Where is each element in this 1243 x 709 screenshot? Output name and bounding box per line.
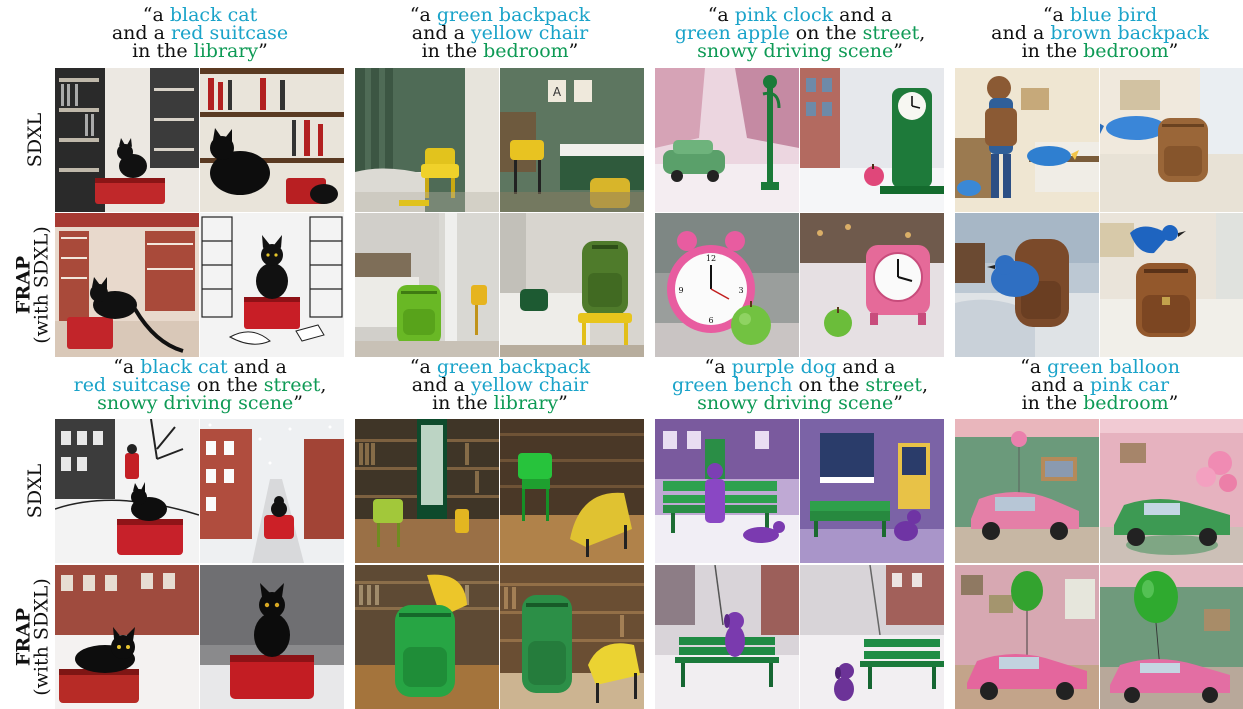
generated-image-sdxl-bird-bedroom-2 [1100, 68, 1243, 212]
prompt-caption-4: “a blue bird and a brown backpack in the… [991, 4, 1209, 62]
generated-image-sdxl-dog-street-2 [800, 419, 944, 563]
generated-image-sdxl-cat-library-2 [200, 68, 344, 212]
prompt-caption-5: “a black cat and a red suitcase on the s… [73, 356, 327, 414]
row-label-frap-top: FRAP (with SDXL) [13, 213, 53, 357]
generated-image-frap-backpack-bedroom-1 [355, 213, 499, 357]
generated-image-frap-cat-library-1 [55, 213, 199, 357]
generated-image-frap-bird-bedroom-2 [1100, 213, 1243, 357]
generated-image-sdxl-bird-bedroom-1 [955, 68, 1099, 212]
generated-image-frap-clock-street-1: 12 3 6 9 [655, 213, 799, 357]
generated-image-sdxl-balloon-bedroom-1 [955, 419, 1099, 563]
generated-image-sdxl-cat-street-1 [55, 419, 199, 563]
generated-image-sdxl-cat-library-1 [55, 68, 199, 212]
generated-image-frap-clock-street-2 [800, 213, 944, 357]
prompt-caption-7: “a purple dog and a green bench on the s… [671, 356, 929, 414]
prompt-caption-2: “a green backpack and a yellow chair in … [409, 4, 591, 62]
prompt-caption-1: “a black cat and a red suitcase in the l… [111, 4, 289, 62]
svg-text:12: 12 [706, 254, 716, 263]
row-label-sdxl-bottom: SDXL [20, 419, 50, 563]
row-label-text: SDXL [24, 463, 46, 519]
prompt-caption-3: “a pink clock and a green apple on the s… [674, 4, 926, 62]
generated-image-sdxl-clock-street-2 [800, 68, 944, 212]
svg-text:6: 6 [708, 316, 713, 325]
generated-image-frap-cat-library-2 [200, 213, 344, 357]
generated-image-sdxl-clock-street-1 [655, 68, 799, 212]
generated-image-sdxl-backpack-library-1 [355, 419, 499, 563]
generated-image-sdxl-balloon-bedroom-2 [1100, 419, 1243, 563]
row-label-sdxl-top: SDXL [20, 68, 50, 212]
generated-image-frap-dog-street-2 [800, 565, 944, 709]
generated-image-sdxl-backpack-library-2 [500, 419, 644, 563]
generated-image-frap-cat-street-1 [55, 565, 199, 709]
row-label-text: SDXL [24, 112, 46, 168]
row-label-frap-sub: (with SDXL) [31, 226, 54, 344]
svg-text:3: 3 [738, 286, 743, 295]
prompt-caption-8: “a green balloon and a pink car in the b… [1020, 356, 1180, 414]
generated-image-frap-backpack-bedroom-2 [500, 213, 644, 357]
generated-image-sdxl-backpack-bedroom-1 [355, 68, 499, 212]
generated-image-sdxl-backpack-bedroom-2: A [500, 68, 644, 212]
prompt-caption-6: “a green backpack and a yellow chair in … [409, 356, 591, 414]
svg-text:A: A [553, 85, 562, 99]
row-label-frap-sub: (with SDXL) [31, 578, 54, 696]
generated-image-frap-dog-street-1 [655, 565, 799, 709]
generated-image-frap-backpack-library-2 [500, 565, 644, 709]
svg-text:9: 9 [678, 286, 683, 295]
row-label-frap-bottom: FRAP (with SDXL) [13, 565, 53, 709]
generated-image-frap-balloon-bedroom-1 [955, 565, 1099, 709]
generated-image-frap-cat-street-2 [200, 565, 344, 709]
generated-image-sdxl-dog-street-1 [655, 419, 799, 563]
generated-image-sdxl-cat-street-2 [200, 419, 344, 563]
generated-image-frap-balloon-bedroom-2 [1100, 565, 1243, 709]
generated-image-frap-backpack-library-1 [355, 565, 499, 709]
generated-image-frap-bird-bedroom-1 [955, 213, 1099, 357]
